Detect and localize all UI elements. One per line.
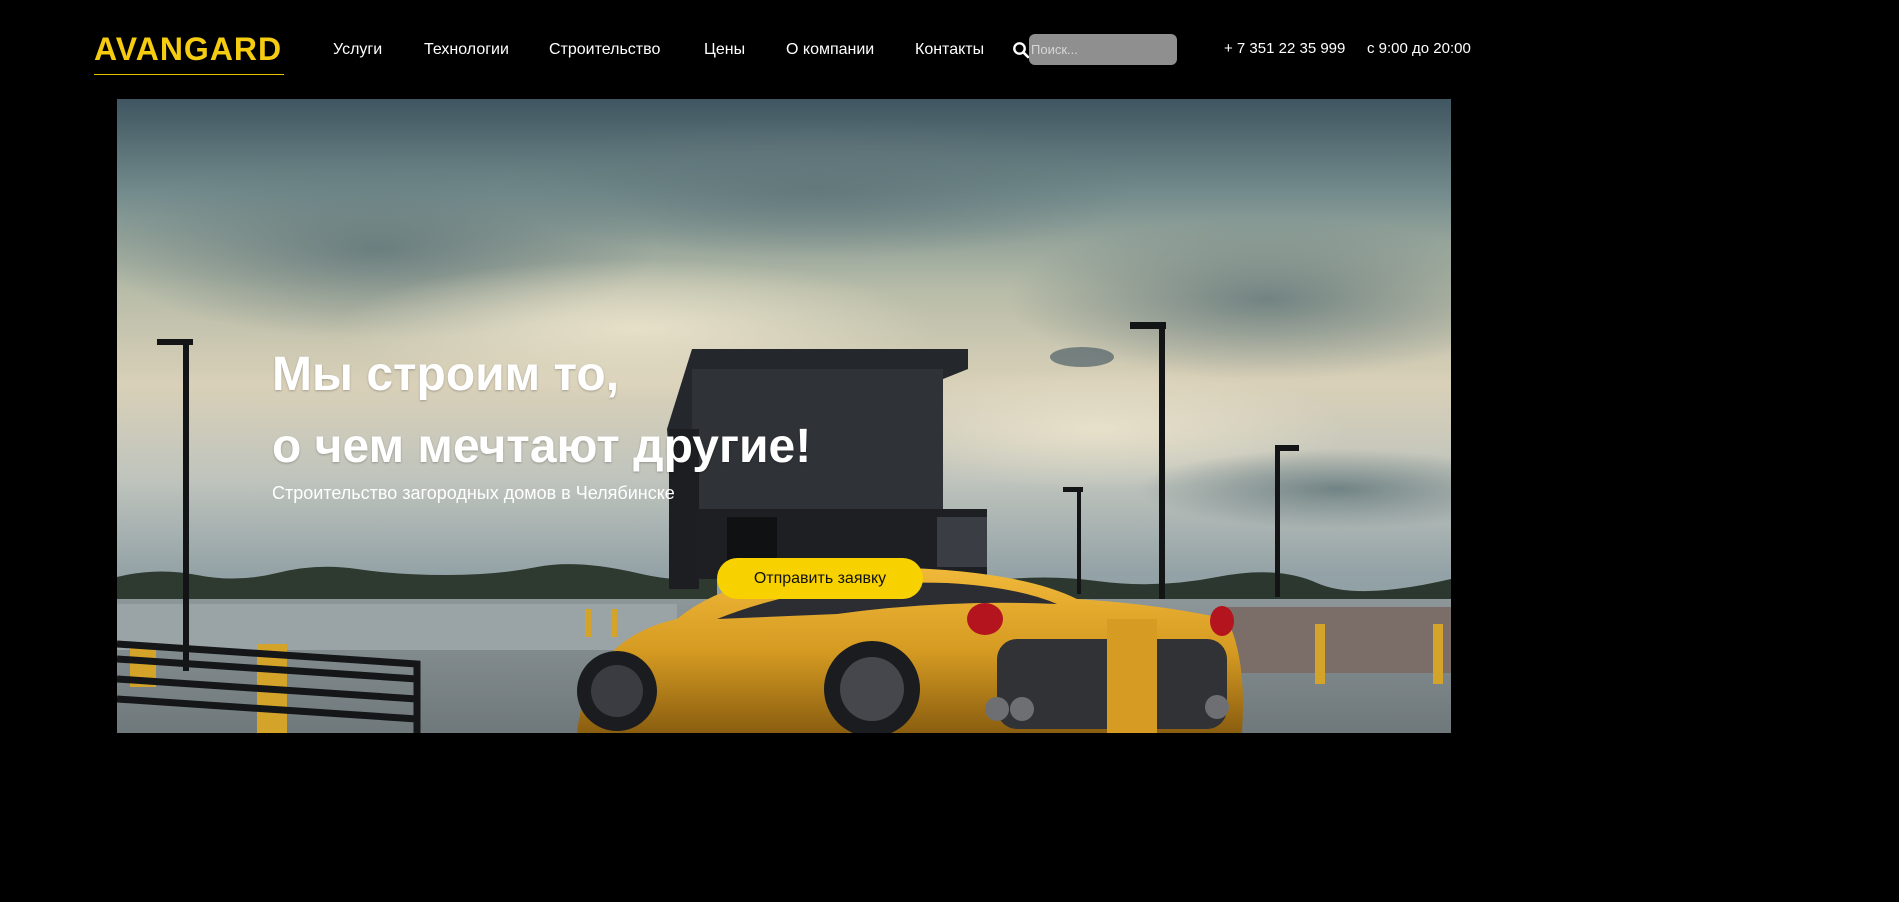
- hero-banner: Мы строим то, о чем мечтают другие! Стро…: [117, 99, 1451, 733]
- hero-title-line-1: Мы строим то,: [272, 348, 620, 401]
- logo[interactable]: AVANGARD: [94, 30, 284, 75]
- nav-item-contacts[interactable]: Контакты: [915, 40, 984, 60]
- page: AVANGARD Услуги Технологии Строительство…: [0, 0, 1568, 745]
- nav-item-about[interactable]: О компании: [786, 40, 874, 60]
- search-icon[interactable]: [1012, 41, 1030, 59]
- working-hours: с 9:00 до 20:00: [1367, 40, 1471, 57]
- search-input[interactable]: [1029, 34, 1177, 65]
- nav-item-services[interactable]: Услуги: [333, 40, 382, 60]
- send-request-button[interactable]: Отправить заявку: [717, 558, 923, 599]
- hero-title-line-2: о чем мечтают другие!: [272, 420, 812, 473]
- nav-item-construction[interactable]: Строительство: [549, 40, 660, 60]
- phone-number[interactable]: + 7 351 22 35 999: [1224, 40, 1345, 57]
- nav-item-prices[interactable]: Цены: [704, 40, 745, 60]
- nav-item-technologies[interactable]: Технологии: [424, 40, 509, 60]
- hero-subtitle: Строительство загородных домов в Челябин…: [272, 483, 675, 503]
- hero-title: Мы строим то, о чем мечтают другие!: [272, 339, 972, 483]
